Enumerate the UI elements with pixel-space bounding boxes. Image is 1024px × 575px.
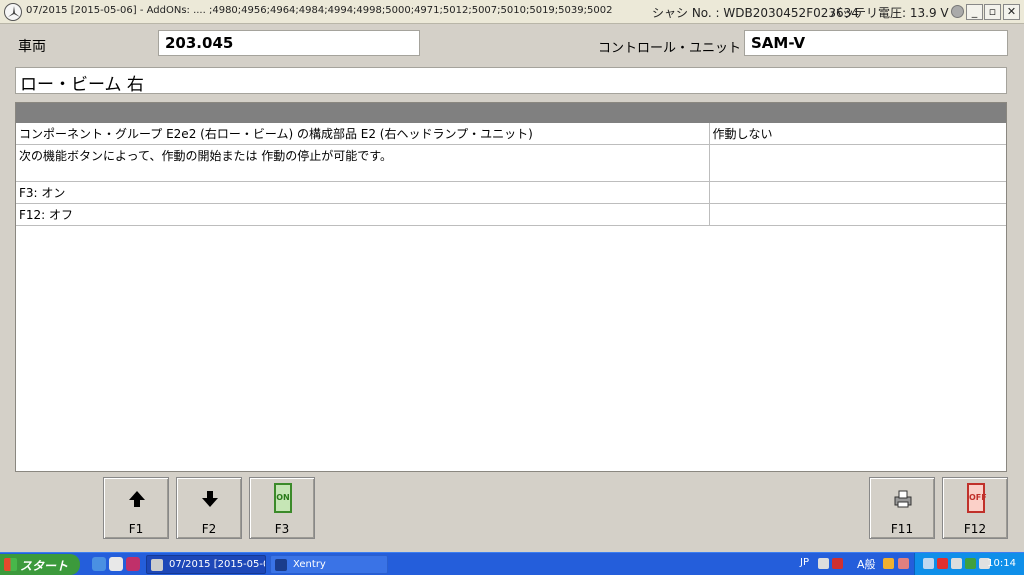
- f3-label: F3: [274, 522, 290, 536]
- table-row: F3: オン: [16, 181, 1006, 204]
- on-icon: ON: [274, 483, 292, 513]
- xentry-icon: [275, 559, 287, 571]
- table-cell: [709, 181, 1006, 204]
- actuation-table: コンポーネント・グループ E2e2 (右ロー・ビーム) の構成部品 E2 (右ヘ…: [16, 123, 1006, 226]
- language-indicator[interactable]: JP: [800, 557, 809, 568]
- panel-header-bar: [16, 103, 1006, 123]
- tool-icon[interactable]: [883, 558, 894, 569]
- table-cell: [709, 203, 1006, 226]
- ie-icon[interactable]: [92, 557, 106, 571]
- f12-label: F12: [963, 522, 987, 536]
- control-unit-field: SAM-V: [744, 30, 1008, 56]
- table-cell: [709, 144, 1006, 182]
- arrow-up-icon: [129, 491, 145, 507]
- f1-label: F1: [128, 522, 144, 536]
- close-button[interactable]: ✕: [1003, 4, 1020, 20]
- table-cell: コンポーネント・グループ E2e2 (右ロー・ビーム) の構成部品 E2 (右ヘ…: [16, 123, 710, 145]
- f11-button[interactable]: F11: [869, 477, 935, 539]
- taskbar-item-xentry[interactable]: Xentry: [270, 555, 388, 574]
- minimize-button[interactable]: _: [966, 4, 983, 20]
- vehicle-label: 車両: [18, 39, 46, 55]
- table-cell: F3: オン: [16, 181, 710, 204]
- explorer-icon[interactable]: [109, 557, 123, 571]
- system-tray: 10:14: [914, 553, 1024, 575]
- f3-button[interactable]: ON F3: [249, 477, 315, 539]
- help-icon[interactable]: [898, 558, 909, 569]
- status-cell: 作動しない: [709, 123, 1006, 145]
- task-label: Xentry: [293, 559, 326, 570]
- battery-status-icon: [951, 5, 964, 18]
- clock: 10:14: [987, 558, 1016, 569]
- windows-flag-icon: [4, 558, 17, 571]
- table-row: 次の機能ボタンによって、作動の開始または 作動の停止が可能です。: [16, 144, 1006, 182]
- update-icon[interactable]: [965, 558, 976, 569]
- keyboard-icon[interactable]: [818, 558, 829, 569]
- app-icon[interactable]: [126, 557, 140, 571]
- f2-label: F2: [201, 522, 217, 536]
- f1-button[interactable]: F1: [103, 477, 169, 539]
- start-label: スタート: [20, 559, 69, 573]
- table-cell: 次の機能ボタンによって、作動の開始または 作動の停止が可能です。: [16, 144, 710, 182]
- taskbar: スタート 07/2015 [2015-05-06... Xentry JP A般…: [0, 552, 1024, 575]
- volume-icon[interactable]: [951, 558, 962, 569]
- ime-mode[interactable]: A般: [857, 556, 876, 572]
- arrow-down-icon: [202, 491, 218, 507]
- battery-voltage: バッテリ電圧: 13.9 V: [830, 6, 949, 20]
- title-bar: 07/2015 [2015-05-06] - AddONs: .... ;498…: [0, 0, 1024, 24]
- security-icon[interactable]: [937, 558, 948, 569]
- off-icon: OFF: [967, 483, 987, 513]
- start-button[interactable]: スタート: [0, 554, 80, 575]
- ime-icon[interactable]: [832, 558, 843, 569]
- mercedes-star-icon: [151, 559, 163, 571]
- chassis-number: シャシ No. : WDB2030452F023634: [652, 6, 859, 20]
- table-cell: F12: オフ: [16, 203, 710, 226]
- taskbar-item-xentry-window[interactable]: 07/2015 [2015-05-06...: [146, 555, 266, 574]
- f2-button[interactable]: F2: [176, 477, 242, 539]
- printer-icon: [894, 490, 912, 508]
- network-icon[interactable]: [923, 558, 934, 569]
- component-field: ロー・ビーム 右: [15, 67, 1007, 95]
- control-unit-label: コントロール・ユニット: [598, 41, 742, 56]
- f11-label: F11: [890, 522, 914, 536]
- maximize-button[interactable]: ▫: [984, 4, 1001, 20]
- table-row: コンポーネント・グループ E2e2 (右ロー・ビーム) の構成部品 E2 (右ヘ…: [16, 123, 1006, 145]
- mercedes-star-icon: [4, 3, 22, 21]
- table-row: F12: オフ: [16, 203, 1006, 226]
- task-label: 07/2015 [2015-05-06...: [169, 559, 265, 570]
- actuation-panel: コンポーネント・グループ E2e2 (右ロー・ビーム) の構成部品 E2 (右ヘ…: [15, 102, 1007, 472]
- vehicle-field: 203.045: [158, 30, 420, 56]
- f12-button[interactable]: OFF F12: [942, 477, 1008, 539]
- main-area: 車両 203.045 コントロール・ユニット SAM-V ロー・ビーム 右 コン…: [0, 24, 1024, 552]
- window-title: 07/2015 [2015-05-06] - AddONs: .... ;498…: [26, 5, 613, 16]
